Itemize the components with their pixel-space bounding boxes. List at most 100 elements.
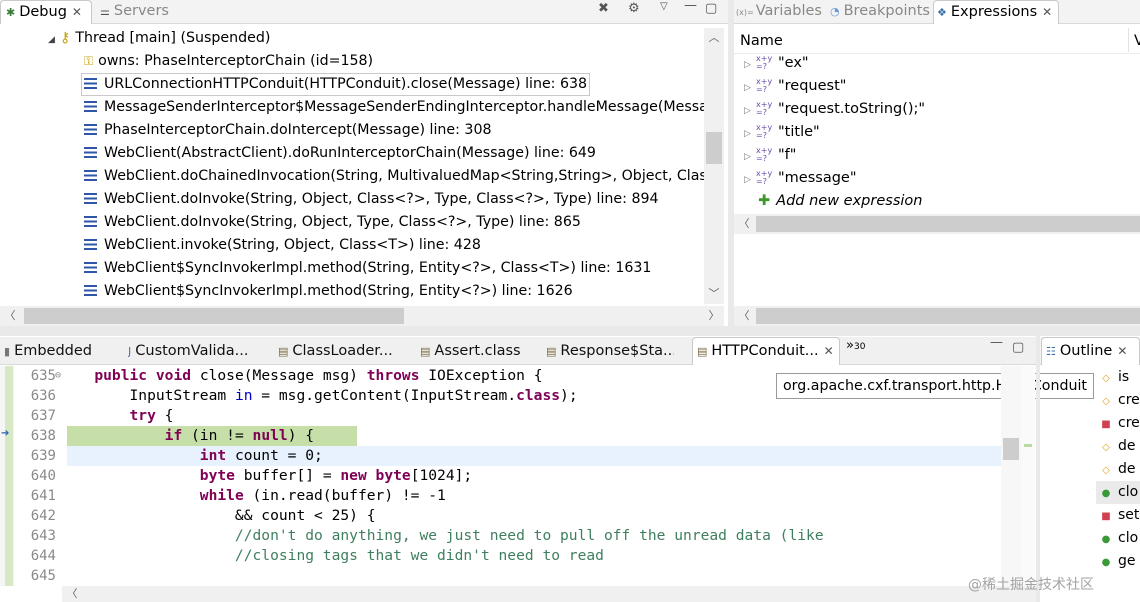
close-icon[interactable]: ✕ — [824, 338, 834, 365]
code-line[interactable]: //don't do anything, we just need to pul… — [68, 526, 824, 546]
outline-item[interactable]: ◇ de — [1100, 458, 1135, 481]
outline-item[interactable]: ◇ cre — [1100, 389, 1140, 412]
code-line[interactable]: //closing tags that we didn't need to re… — [68, 546, 604, 566]
editor-tab-active[interactable]: ▤ HTTPConduit... ✕ — [692, 337, 840, 365]
outline-item[interactable]: ◇ de — [1100, 435, 1135, 458]
expand-right-icon[interactable]: ▷ — [744, 54, 756, 77]
code-line[interactable]: && count < 25) { — [68, 506, 376, 526]
debug-horizontal-scrollbar[interactable]: 〈 〉 — [0, 306, 724, 326]
expressions-horizontal-scrollbar[interactable]: 〈 — [734, 214, 1140, 234]
close-icon[interactable]: ✕ — [1117, 338, 1127, 365]
add-new-expression-label: Add new expression — [776, 193, 923, 209]
editor-tab[interactable]: ▤ Response$Sta... — [546, 340, 674, 364]
stack-frame-row[interactable]: MessageSenderInterceptor$MessageSenderEn… — [84, 96, 704, 119]
editor-tab[interactable]: ▤ ClassLoader... — [278, 340, 394, 364]
expression-item[interactable]: ▷x+y =? "title" — [744, 121, 820, 144]
stack-frame-row[interactable]: PhaseInterceptorChain.doIntercept(Messag… — [84, 119, 492, 142]
scroll-left-icon[interactable]: 〈 — [736, 308, 752, 324]
expression-item[interactable]: ▷x+y =? "ex" — [744, 52, 809, 75]
column-header-name[interactable]: Name — [740, 30, 783, 52]
editor-horizontal-scrollbar[interactable]: 〈 — [62, 586, 1036, 602]
code-line[interactable]: InputStream in = msg.getContent(InputStr… — [68, 386, 578, 406]
stack-frame-row[interactable]: WebClient(AbstractClient).doRunIntercept… — [84, 142, 596, 165]
connect-icon[interactable]: ⚙ — [628, 1, 640, 16]
expand-down-icon[interactable]: ◢ — [48, 35, 55, 45]
fold-collapse-icon[interactable]: ⊖ — [55, 366, 61, 386]
code-line[interactable]: while (in.read(buffer) != -1 — [68, 486, 446, 506]
view-menu-icon[interactable]: ▽ — [660, 1, 668, 12]
expand-right-icon[interactable]: ▷ — [744, 77, 756, 100]
stack-frame-row[interactable]: WebClient.doInvoke(String, Object, Class… — [84, 188, 659, 211]
outline-item-selected[interactable]: ● clo — [1096, 481, 1140, 504]
stack-frame-row[interactable]: WebClient.invoke(String, Object, Class<T… — [84, 234, 481, 257]
scroll-right-icon[interactable]: 〉 — [706, 308, 722, 324]
scroll-left-icon[interactable]: 〈 — [2, 308, 18, 324]
remove-terminated-icon[interactable]: ✖ — [598, 1, 609, 16]
overview-marker[interactable] — [1024, 444, 1032, 447]
outline-item[interactable]: ● clo — [1100, 527, 1139, 550]
scroll-down-icon[interactable]: ﹀ — [706, 286, 722, 302]
editor-tab[interactable]: J CustomValida... — [128, 340, 258, 364]
scroll-thumb[interactable] — [24, 308, 404, 324]
scroll-left-icon[interactable]: 〈 — [736, 216, 752, 232]
outline-item[interactable]: ● ge — [1100, 550, 1136, 573]
scroll-thumb[interactable] — [756, 216, 1140, 232]
editor-tab-label: ClassLoader... — [292, 343, 393, 359]
minimize-icon[interactable]: — — [990, 335, 1003, 350]
expression-item[interactable]: ▷x+y =? "request" — [744, 75, 846, 98]
tab-expressions[interactable]: ❖ Expressions ✕ — [933, 0, 1059, 24]
editor-tab[interactable]: ▮ Embedded — [4, 340, 122, 364]
thread-row[interactable]: ◢ ⚷ Thread [main] (Suspended) — [48, 27, 270, 50]
tab-outline[interactable]: ☷ Outline ✕ — [1041, 337, 1140, 365]
scroll-thumb[interactable] — [706, 132, 722, 164]
scroll-up-icon[interactable]: ︿ — [706, 30, 722, 46]
code-line[interactable]: public void close(Message msg) throws IO… — [68, 366, 542, 386]
code-line[interactable]: byte buffer[] = new byte[1024]; — [68, 466, 472, 486]
stack-frame-row[interactable]: WebClient$SyncInvokerImpl.method(String,… — [84, 257, 651, 280]
debug-vertical-scrollbar[interactable]: ︿ ﹀ — [704, 28, 724, 304]
tab-debug[interactable]: ✱ Debug ✕ — [0, 0, 92, 24]
tab-variables[interactable]: (x)= Variables — [736, 0, 828, 24]
overview-ruler[interactable] — [1021, 366, 1035, 586]
tab-breakpoints[interactable]: ◔ Breakpoints — [830, 0, 932, 24]
editor-vertical-scrollbar[interactable] — [1001, 366, 1021, 586]
expand-right-icon[interactable]: ▷ — [744, 146, 756, 169]
code-line[interactable]: if (in != null) { — [68, 426, 314, 446]
code-line[interactable]: int count = 0; — [68, 446, 323, 466]
maximize-icon[interactable]: ▢ — [1012, 340, 1024, 355]
code-line[interactable]: try { — [68, 406, 174, 426]
outline-item[interactable]: ■ set — [1100, 504, 1139, 527]
tab-servers[interactable]: ⚌ Servers — [100, 0, 190, 24]
expression-item[interactable]: ▷x+y =? "f" — [744, 144, 796, 167]
scroll-thumb[interactable] — [756, 308, 1140, 324]
scroll-thumb[interactable] — [1003, 438, 1019, 460]
public-method-icon: ● — [1101, 534, 1111, 545]
expression-item[interactable]: ▷x+y =? "request.toString();" — [744, 98, 925, 121]
watch-expression-icon: x+y =? — [756, 77, 773, 94]
stack-frame-row[interactable]: URLConnectionHTTPConduit(HTTPConduit).cl… — [81, 73, 591, 96]
maximize-icon[interactable]: ▢ — [705, 1, 717, 16]
minimize-icon[interactable]: — — [684, 0, 697, 13]
expression-item[interactable]: ▷x+y =? "message" — [744, 167, 857, 190]
editor-tab[interactable]: ▤ Assert.class — [420, 340, 524, 364]
stack-frame-row[interactable]: WebClient.doChainedInvocation(String, Mu… — [84, 165, 704, 188]
expand-right-icon[interactable]: ▷ — [744, 123, 756, 146]
close-icon[interactable]: ✕ — [72, 1, 82, 24]
column-divider[interactable] — [1128, 28, 1129, 52]
scroll-left-icon[interactable]: 〈 — [64, 586, 80, 602]
owns-row[interactable]: ⚿ owns: PhaseInterceptorChain (id=158) — [84, 50, 373, 73]
outline-item[interactable]: ■ cre — [1100, 412, 1140, 435]
expressions-detail-scrollbar[interactable]: 〈 — [734, 306, 1140, 326]
expand-right-icon[interactable]: ▷ — [744, 169, 756, 192]
tabs-overflow[interactable]: »30 — [846, 338, 865, 353]
outline-item[interactable]: ◇ is — [1100, 366, 1129, 389]
column-header-value[interactable]: V — [1134, 30, 1140, 52]
stack-frame-row[interactable]: WebClient$SyncInvokerImpl.method(String,… — [84, 280, 573, 303]
add-new-expression[interactable]: ✚ Add new expression — [758, 190, 922, 213]
vertical-sash[interactable] — [1036, 336, 1040, 602]
horizontal-sash[interactable] — [0, 326, 1140, 336]
expand-right-icon[interactable]: ▷ — [744, 100, 756, 123]
close-icon[interactable]: ✕ — [1042, 1, 1052, 24]
line-number: 641 — [30, 488, 56, 504]
stack-frame-row[interactable]: WebClient.doInvoke(String, Object, Type,… — [84, 211, 581, 234]
